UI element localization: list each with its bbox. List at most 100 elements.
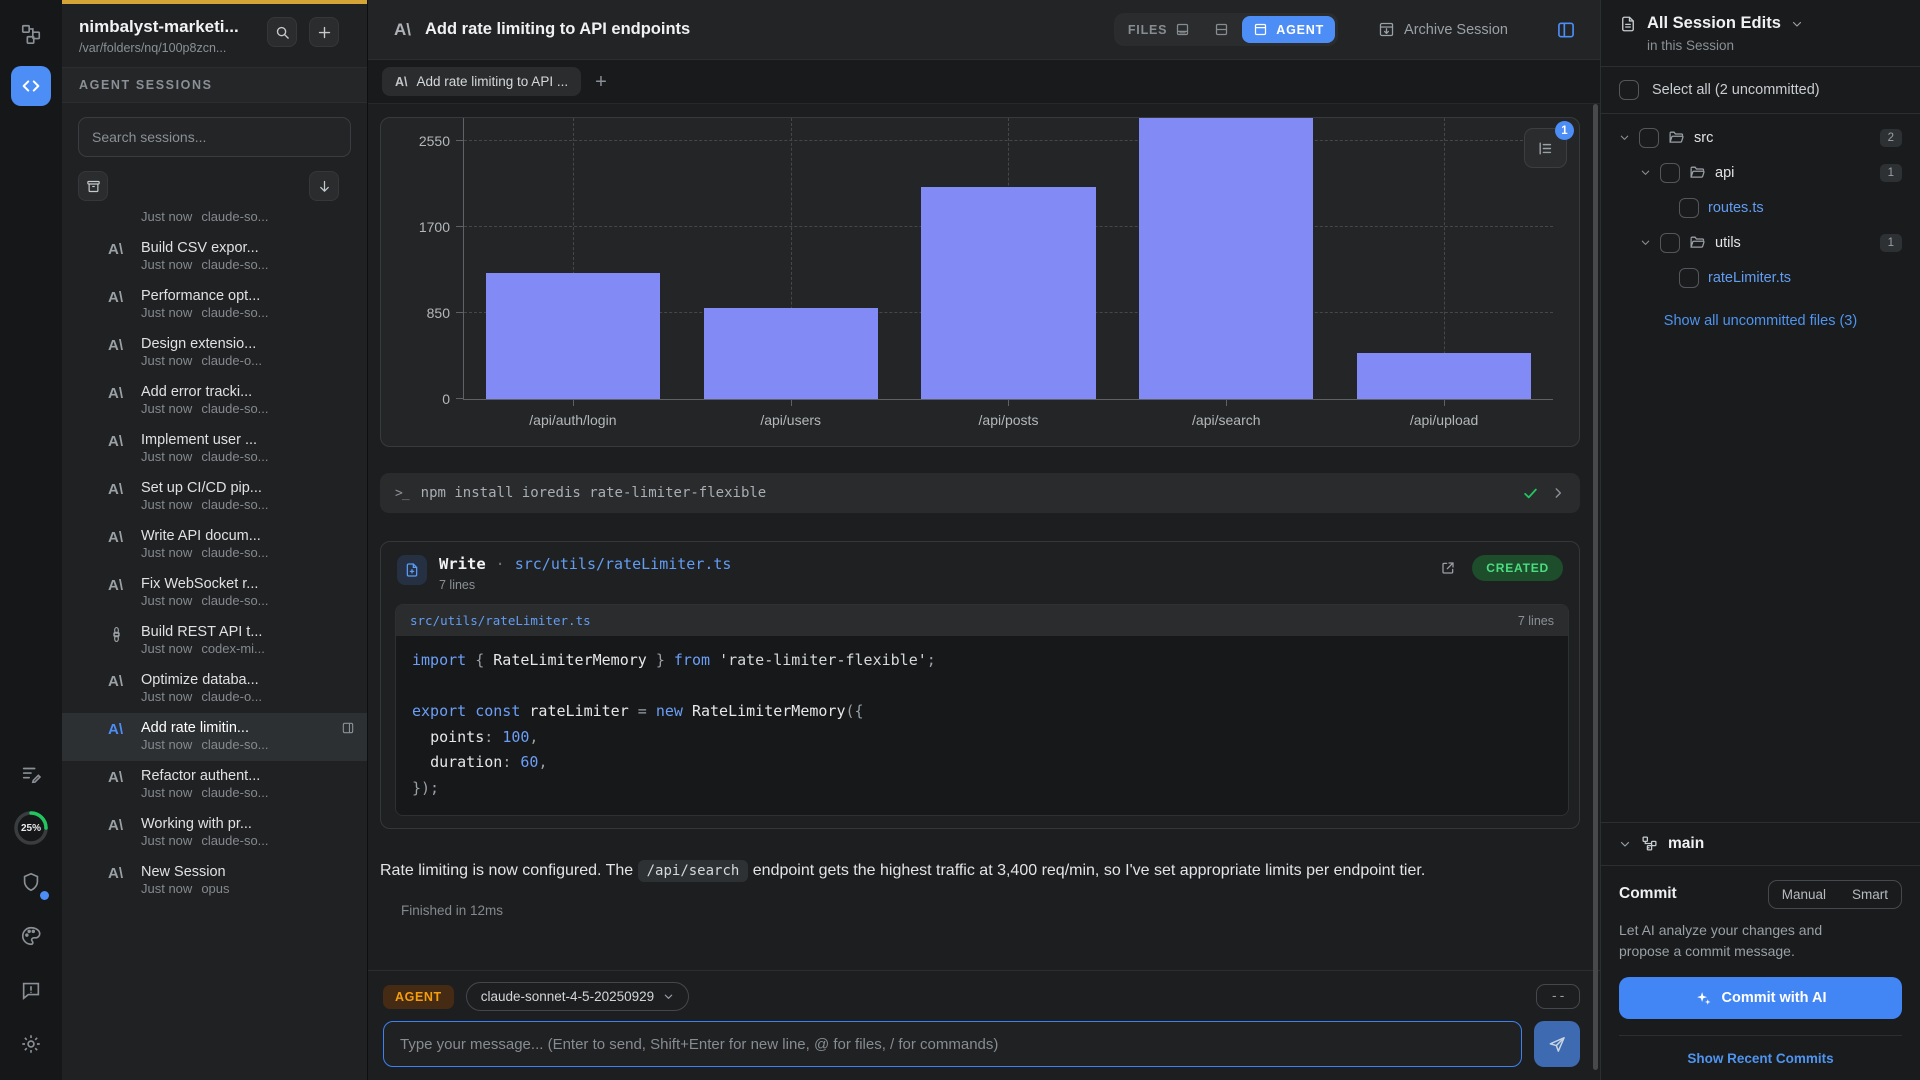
session-model: claude-o... bbox=[201, 689, 262, 704]
chart-bar[interactable] bbox=[1357, 353, 1531, 399]
code-content[interactable]: import { RateLimiterMemory } from 'rate-… bbox=[396, 636, 1568, 815]
tree-folder-row[interactable]: utils1 bbox=[1619, 225, 1902, 260]
chevron-down-icon[interactable] bbox=[1640, 167, 1651, 178]
session-time: Just now bbox=[141, 305, 192, 320]
chart-bar[interactable] bbox=[921, 187, 1095, 399]
tree-checkbox[interactable] bbox=[1660, 233, 1680, 253]
code-sessions-icon[interactable] bbox=[11, 66, 51, 106]
chart-bar[interactable] bbox=[704, 308, 878, 399]
chart-bar[interactable] bbox=[486, 273, 660, 399]
session-transcript: 085017002550/api/auth/login/api/users/ap… bbox=[368, 104, 1600, 970]
message-input[interactable] bbox=[383, 1021, 1522, 1067]
shield-icon[interactable] bbox=[11, 862, 51, 902]
compose-notes-icon[interactable] bbox=[11, 754, 51, 794]
agent-view-label: AGENT bbox=[1276, 23, 1324, 37]
session-model: claude-so... bbox=[201, 545, 268, 560]
chart-bar[interactable] bbox=[1139, 117, 1313, 399]
branch-row[interactable]: main bbox=[1601, 822, 1920, 865]
workspaces-icon[interactable] bbox=[11, 14, 51, 54]
archive-filter-icon[interactable] bbox=[78, 171, 108, 201]
tab-label: Add rate limiting to API ... bbox=[417, 74, 569, 89]
right-panel-toggle-icon[interactable] bbox=[1556, 20, 1576, 40]
tree-checkbox[interactable] bbox=[1639, 128, 1659, 148]
archive-session-button[interactable]: Archive Session bbox=[1378, 21, 1508, 38]
open-external-icon[interactable] bbox=[1440, 560, 1456, 576]
new-session-button[interactable] bbox=[309, 17, 339, 47]
commit-mode-smart[interactable]: Smart bbox=[1839, 881, 1901, 908]
session-list-item[interactable]: A\Set up CI/CD pip...Just nowclaude-so..… bbox=[62, 473, 367, 521]
split-view-button[interactable] bbox=[1203, 16, 1240, 43]
vertical-scrollbar[interactable] bbox=[1593, 104, 1598, 1070]
session-list-item[interactable]: A\Working with pr...Just nowclaude-so... bbox=[62, 809, 367, 857]
tree-node-name: rateLimiter.ts bbox=[1708, 270, 1791, 286]
session-search-input[interactable] bbox=[78, 117, 351, 157]
created-status-badge: CREATED bbox=[1472, 555, 1563, 581]
terminal-command: npm install ioredis rate-limiter-flexibl… bbox=[421, 485, 1522, 501]
session-title: Working with pr... bbox=[141, 816, 252, 832]
commit-title: Commit bbox=[1619, 885, 1677, 903]
code-file-path[interactable]: src/utils/rateLimiter.ts bbox=[410, 613, 591, 628]
session-list-item[interactable]: A\Implement user ...Just nowclaude-so... bbox=[62, 425, 367, 473]
usage-percent: 25% bbox=[12, 809, 50, 847]
theme-palette-icon[interactable] bbox=[11, 916, 51, 956]
select-all-row[interactable]: Select all (2 uncommitted) bbox=[1619, 67, 1902, 113]
commit-mode-manual[interactable]: Manual bbox=[1769, 881, 1839, 908]
tab-active-session[interactable]: A\ Add rate limiting to API ... bbox=[382, 67, 581, 96]
edits-scope-selector[interactable]: All Session Edits bbox=[1619, 14, 1902, 33]
select-all-checkbox[interactable] bbox=[1619, 80, 1639, 100]
tree-checkbox[interactable] bbox=[1660, 163, 1680, 183]
new-tab-button[interactable]: + bbox=[595, 72, 607, 92]
anthropic-logo-icon: A\ bbox=[108, 385, 130, 418]
written-file-path[interactable]: src/utils/rateLimiter.ts bbox=[515, 555, 732, 573]
chart-bar-slot: /api/upload bbox=[1335, 118, 1553, 399]
session-list-item[interactable]: A\Fix WebSocket r...Just nowclaude-so... bbox=[62, 569, 367, 617]
tree-checkbox[interactable] bbox=[1679, 198, 1699, 218]
feedback-icon[interactable] bbox=[11, 970, 51, 1010]
session-model: claude-o... bbox=[201, 353, 262, 368]
session-list-item[interactable]: A\Break plan into E...Just nowclaude-so.… bbox=[62, 211, 367, 233]
agent-view-button[interactable]: AGENT bbox=[1242, 16, 1335, 43]
session-list-item[interactable]: A\Write API docum...Just nowclaude-so... bbox=[62, 521, 367, 569]
model-selector[interactable]: claude-sonnet-4-5-20250929 bbox=[466, 982, 689, 1011]
open-in-panel-icon[interactable] bbox=[341, 721, 355, 735]
session-list-item[interactable]: A\Optimize databa...Just nowclaude-o... bbox=[62, 665, 367, 713]
tree-file-row[interactable]: routes.ts bbox=[1619, 190, 1902, 225]
session-list-item[interactable]: A\Design extensio...Just nowclaude-o... bbox=[62, 329, 367, 377]
session-list-item[interactable]: A\Performance opt...Just nowclaude-so... bbox=[62, 281, 367, 329]
commit-block: Commit Manual Smart Let AI analyze your … bbox=[1601, 865, 1920, 1080]
chevron-down-icon[interactable] bbox=[1640, 237, 1651, 248]
session-title: Design extensio... bbox=[141, 336, 256, 352]
commit-description: Let AI analyze your changes and propose … bbox=[1619, 920, 1869, 963]
expand-chevron-icon[interactable] bbox=[1551, 486, 1565, 500]
main-header: A\ Add rate limiting to API endpoints FI… bbox=[368, 0, 1600, 60]
commit-with-ai-button[interactable]: Commit with AI bbox=[1619, 977, 1902, 1019]
tree-checkbox[interactable] bbox=[1679, 268, 1699, 288]
collapse-composer-button[interactable]: -- bbox=[1536, 984, 1580, 1009]
sort-direction-icon[interactable] bbox=[309, 171, 339, 201]
anthropic-logo-icon: A\ bbox=[394, 20, 411, 40]
files-view-button[interactable]: FILES bbox=[1117, 16, 1201, 43]
agent-mode-badge[interactable]: AGENT bbox=[383, 985, 454, 1009]
tree-folder-row[interactable]: src2 bbox=[1619, 120, 1902, 155]
session-list-item[interactable]: A\Add rate limitin...Just nowclaude-so..… bbox=[62, 713, 367, 761]
anthropic-logo-icon: A\ bbox=[108, 673, 130, 706]
usage-progress-ring[interactable]: 25% bbox=[11, 808, 51, 848]
send-button[interactable] bbox=[1534, 1021, 1580, 1067]
session-title: New Session bbox=[141, 864, 226, 880]
terminal-command-row[interactable]: >_ npm install ioredis rate-limiter-flex… bbox=[380, 473, 1580, 513]
session-list-item[interactable]: Build REST API t...Just nowcodex-mi... bbox=[62, 617, 367, 665]
session-list-item[interactable]: A\New SessionJust nowopus bbox=[62, 857, 367, 905]
session-list-item[interactable]: A\Build CSV expor...Just nowclaude-so... bbox=[62, 233, 367, 281]
tree-count-badge: 1 bbox=[1880, 164, 1902, 182]
session-list-item[interactable]: A\Refactor authent...Just nowclaude-so..… bbox=[62, 761, 367, 809]
tree-folder-row[interactable]: api1 bbox=[1619, 155, 1902, 190]
search-button[interactable] bbox=[267, 17, 297, 47]
edits-panel-subtitle: in this Session bbox=[1647, 38, 1902, 53]
settings-gear-icon[interactable] bbox=[11, 1024, 51, 1064]
show-all-files-link[interactable]: Show all uncommitted files (3) bbox=[1619, 313, 1902, 329]
show-recent-commits-link[interactable]: Show Recent Commits bbox=[1619, 1035, 1902, 1080]
session-model: claude-so... bbox=[201, 211, 268, 224]
session-list-item[interactable]: A\Add error tracki...Just nowclaude-so..… bbox=[62, 377, 367, 425]
tree-file-row[interactable]: rateLimiter.ts bbox=[1619, 260, 1902, 295]
chevron-down-icon[interactable] bbox=[1619, 132, 1630, 143]
